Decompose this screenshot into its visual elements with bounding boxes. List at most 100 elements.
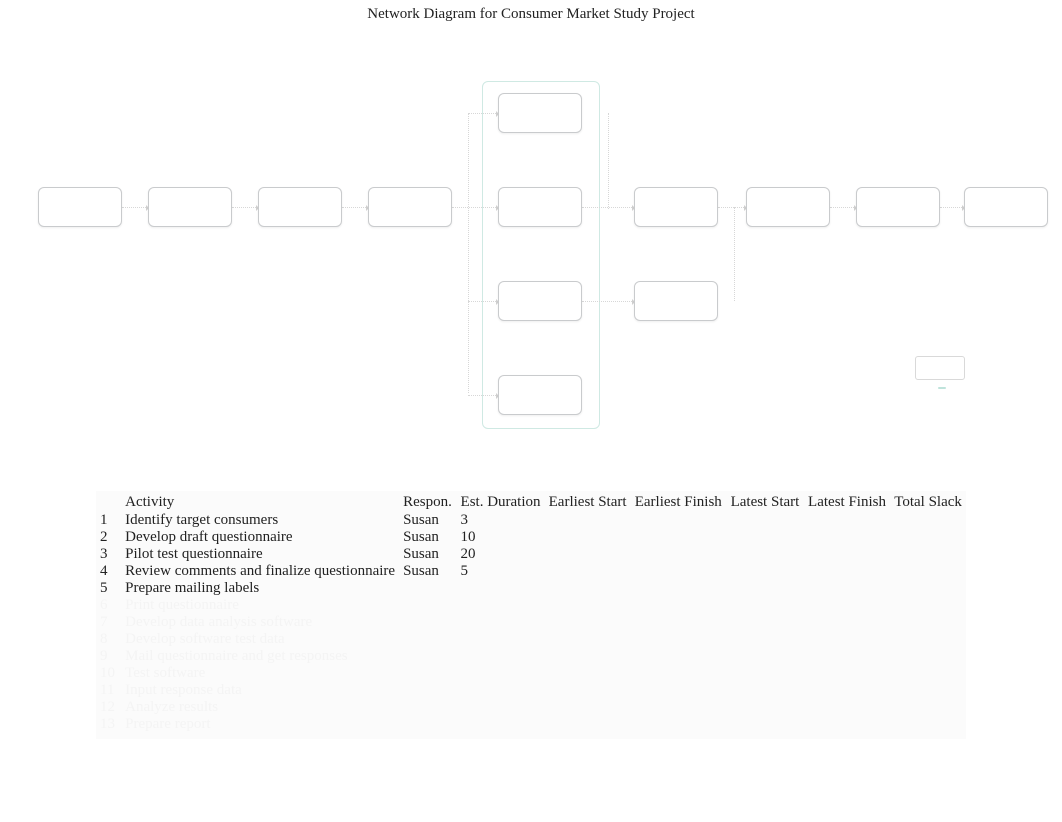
table-cell bbox=[631, 563, 726, 580]
table-cell bbox=[804, 512, 890, 529]
arrow bbox=[122, 207, 148, 208]
table-cell bbox=[890, 716, 966, 733]
table-header-row: Activity Respon. Est. Duration Earliest … bbox=[96, 493, 966, 512]
table-cell bbox=[545, 716, 631, 733]
table-cell bbox=[890, 546, 966, 563]
table-cell bbox=[457, 614, 545, 631]
table-cell bbox=[804, 563, 890, 580]
table-row: 7Develop data analysis software bbox=[96, 614, 966, 631]
table-cell bbox=[726, 682, 804, 699]
table-row: 6Print questionnaire bbox=[96, 597, 966, 614]
col-latest-finish-header: Latest Finish bbox=[804, 493, 890, 512]
activity-node bbox=[258, 187, 342, 227]
table-row: 10Test software bbox=[96, 665, 966, 682]
table-cell bbox=[631, 648, 726, 665]
legend-box bbox=[915, 356, 965, 380]
activity-node bbox=[498, 187, 582, 227]
table-cell bbox=[726, 665, 804, 682]
table-cell bbox=[804, 546, 890, 563]
arrow bbox=[232, 207, 258, 208]
table-cell bbox=[399, 665, 456, 682]
table-cell bbox=[457, 580, 545, 597]
table-cell bbox=[457, 716, 545, 733]
table-cell bbox=[726, 563, 804, 580]
table-cell bbox=[399, 648, 456, 665]
table-cell: 6 bbox=[96, 597, 121, 614]
table-cell bbox=[726, 716, 804, 733]
table-cell bbox=[545, 699, 631, 716]
activity-node bbox=[746, 187, 830, 227]
table-cell bbox=[399, 699, 456, 716]
table-cell bbox=[890, 614, 966, 631]
table-cell bbox=[890, 699, 966, 716]
table-cell: Susan bbox=[399, 512, 456, 529]
table-cell: 5 bbox=[96, 580, 121, 597]
table-cell bbox=[399, 716, 456, 733]
activity-node bbox=[856, 187, 940, 227]
col-earliest-finish-header: Earliest Finish bbox=[631, 493, 726, 512]
table-cell bbox=[804, 529, 890, 546]
table-cell: 10 bbox=[457, 529, 545, 546]
arrow bbox=[582, 301, 634, 302]
arrow bbox=[468, 301, 498, 302]
table-cell bbox=[631, 631, 726, 648]
table-cell: Prepare mailing labels bbox=[121, 580, 399, 597]
table-cell: Mail questionnaire and get responses bbox=[121, 648, 399, 665]
table-cell bbox=[804, 699, 890, 716]
table-cell bbox=[726, 580, 804, 597]
legend-key bbox=[880, 345, 1000, 391]
table-cell: Develop draft questionnaire bbox=[121, 529, 399, 546]
table-cell bbox=[631, 682, 726, 699]
table-cell bbox=[457, 665, 545, 682]
table-cell: 11 bbox=[96, 682, 121, 699]
table-cell bbox=[399, 597, 456, 614]
arrow bbox=[718, 207, 746, 208]
network-diagram bbox=[0, 23, 1062, 403]
table-cell: 5 bbox=[457, 563, 545, 580]
table-cell bbox=[804, 580, 890, 597]
table-cell: Susan bbox=[399, 563, 456, 580]
col-latest-start-header: Latest Start bbox=[726, 493, 804, 512]
activity-node bbox=[38, 187, 122, 227]
table-cell bbox=[890, 512, 966, 529]
table-cell bbox=[545, 614, 631, 631]
arrow bbox=[608, 113, 609, 209]
table-cell: Susan bbox=[399, 546, 456, 563]
table-cell bbox=[804, 648, 890, 665]
table-cell bbox=[545, 512, 631, 529]
table-cell: Identify target consumers bbox=[121, 512, 399, 529]
activity-node bbox=[498, 281, 582, 321]
table-cell: Review comments and finalize questionnai… bbox=[121, 563, 399, 580]
col-index-header bbox=[96, 493, 121, 512]
table-cell: 13 bbox=[96, 716, 121, 733]
arrow bbox=[468, 113, 469, 393]
table-cell bbox=[631, 529, 726, 546]
table-cell bbox=[631, 699, 726, 716]
table-row: 1Identify target consumersSusan3 bbox=[96, 512, 966, 529]
table-cell: 9 bbox=[96, 648, 121, 665]
table-cell bbox=[804, 597, 890, 614]
table-row: 3Pilot test questionnaireSusan20 bbox=[96, 546, 966, 563]
arrow bbox=[468, 395, 498, 396]
table-cell: 12 bbox=[96, 699, 121, 716]
table-cell bbox=[726, 529, 804, 546]
table-cell: Susan bbox=[399, 529, 456, 546]
table-cell bbox=[631, 597, 726, 614]
table-cell bbox=[545, 665, 631, 682]
table-row: 8Develop software test data bbox=[96, 631, 966, 648]
table-cell bbox=[399, 614, 456, 631]
activity-table: Activity Respon. Est. Duration Earliest … bbox=[96, 493, 966, 733]
table-row: 2Develop draft questionnaireSusan10 bbox=[96, 529, 966, 546]
table-cell bbox=[631, 614, 726, 631]
table-cell bbox=[890, 529, 966, 546]
table-cell: 20 bbox=[457, 546, 545, 563]
col-earliest-start-header: Earliest Start bbox=[545, 493, 631, 512]
col-est-duration-header: Est. Duration bbox=[457, 493, 545, 512]
table-cell bbox=[457, 597, 545, 614]
table-cell bbox=[804, 682, 890, 699]
table-body: 1Identify target consumersSusan32Develop… bbox=[96, 512, 966, 733]
table-cell bbox=[804, 631, 890, 648]
activity-node bbox=[368, 187, 452, 227]
table-cell bbox=[545, 682, 631, 699]
table-cell: Develop data analysis software bbox=[121, 614, 399, 631]
